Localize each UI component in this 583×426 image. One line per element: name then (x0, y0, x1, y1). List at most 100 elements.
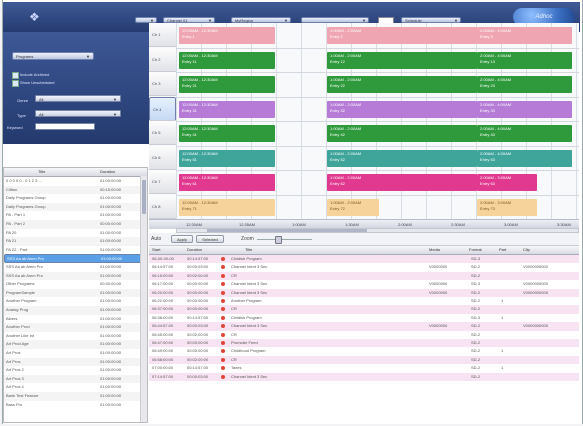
list-item[interactable]: SSS Aa ab Amm Pro 01:00:00:00 (4, 263, 141, 272)
cell-duration: 00:00:03:00 (187, 323, 209, 329)
zoom-slider-track[interactable] (257, 239, 312, 240)
table-row[interactable]: 06:14:57:00 00:00:03:00 Channel Ident 3 Se… (149, 263, 579, 271)
table-row[interactable]: 07:14:57:00 00:00:03:00 Channel Ident 3 Se… (149, 372, 579, 381)
channel-label[interactable]: Ch 1 (149, 23, 176, 47)
list-item[interactable]: Analog Prog 01:00:00:00 (4, 306, 141, 315)
schedule-block[interactable]: 12:00AM - 12:30AM Entry 1 (179, 27, 275, 44)
col-title[interactable]: Title (38, 168, 45, 176)
schedule-block[interactable]: 12:00AM - 12:30AM Entry 71 (179, 198, 275, 216)
channel-label[interactable]: Ch 5 (149, 121, 176, 145)
channel-label[interactable]: Ch 3 (149, 72, 176, 96)
schedule-block[interactable]: 1:00AM - 2:00AM Entry 12 (327, 51, 477, 69)
schedule-block[interactable]: 2:00AM - 3:00AM Entry 63 (477, 174, 537, 191)
list-item[interactable]: PA - Part 1 01:00:00:00 (4, 211, 141, 220)
list-item[interactable]: Clifton 00:15:00:00 (4, 185, 141, 195)
schedule-block[interactable]: 12:00AM - 12:30AM Entry 41 (179, 125, 275, 142)
list-item[interactable]: Art Prod Age 01:00:00:00 (4, 340, 141, 349)
list-item[interactable]: Other Programs 00:30:00:00 (4, 280, 141, 289)
table-row[interactable]: 06:44:57:00 00:00:03:00 Channel Ident 3 Se… (149, 322, 579, 331)
schedule-block[interactable]: 1:00AM - 2:00AM Entry 52 (327, 149, 477, 167)
list-item[interactable]: Bass Pro 01:00:00:00 (4, 401, 141, 410)
schedule-block[interactable]: 2:00AM - 4:00AM Entry 13 (477, 51, 572, 69)
schedule-block[interactable]: 1:00AM - 2:00AM Entry 22 (327, 76, 477, 93)
list-item[interactable]: PA 21 01:00:00:00 (4, 237, 141, 246)
schedule-block[interactable]: 1:00AM - 2:00AM Entry 42 (327, 125, 477, 142)
table-row[interactable]: 06:38:00:00 00:14:57:00 Childish Program SD… (149, 314, 579, 322)
channel-label[interactable]: Ch 7 (149, 170, 176, 194)
col-start[interactable]: Start (152, 246, 160, 254)
col-format[interactable]: Format (469, 246, 482, 254)
schedule-block[interactable]: 2:00AM - 4:00AM Entry 43 (477, 125, 572, 142)
list-item[interactable]: Albers 01:00:00:00 (4, 315, 141, 324)
col-title[interactable]: Title (245, 246, 252, 254)
schedule-block[interactable]: 2:00AM - 4:00AM Entry 23 (477, 76, 572, 93)
list-item[interactable]: PA - Part 2 00:00:00:00 (4, 220, 141, 229)
channel-label[interactable]: Ch 2 (149, 47, 176, 72)
table-row[interactable]: 06:47:00:00 00:00:00:00 Promoter Feed SD-2 (149, 339, 579, 348)
list-item[interactable]: Art Pros 3 01:00:00:00 (4, 374, 141, 384)
keyword-input[interactable] (35, 123, 95, 130)
list-item[interactable]: Daily Programs Group 01:00:00:00 (4, 194, 141, 203)
list-item[interactable]: Art Pros 01:00:00:00 (4, 357, 141, 367)
selected-button[interactable]: Selected (196, 235, 224, 243)
schedule-block[interactable]: 2:00AM - 4:00AM Entry 33 (477, 100, 572, 118)
list-item[interactable]: 0 0 0 0 0 - 0 1 2 3 ... 01:00:00:00 (4, 177, 141, 186)
channel-label[interactable]: Ch 4 (149, 96, 176, 121)
col-duration[interactable]: Duration (100, 168, 115, 176)
schedule-block[interactable]: 12:00AM - 12:30AM Entry 31 (179, 100, 275, 118)
schedule-block[interactable]: 12:00AM - 12:30AM Entry 51 (179, 149, 275, 167)
show-unscheduled-checkbox[interactable] (12, 80, 19, 87)
col-clip[interactable]: Clip (523, 246, 530, 254)
list-item[interactable]: PA 22 - Part 01:00:00:00 (4, 246, 141, 255)
scrollbar-thumb[interactable] (142, 180, 146, 214)
list-item[interactable]: SSS Aa ab Amm Pro 01:00:00:00 (4, 271, 141, 281)
table-row[interactable]: 06:37:00:00 00:00:00:00 CR SD-2 (149, 305, 579, 314)
list-item[interactable]: Another Like Int 01:00:00:00 (4, 332, 141, 341)
type-select[interactable]: All ▼ (35, 110, 121, 117)
apply-button[interactable]: Apply (171, 235, 193, 243)
schedule-block[interactable]: 2:00AM - 3:00AM Entry 73 (477, 198, 537, 216)
table-row[interactable]: 07:00:00:00 00:14:57:00 Taxes SD-2 1 (149, 364, 579, 372)
scrollbar-thumb[interactable] (207, 229, 367, 232)
app-menu-icon[interactable]: ❖ (29, 10, 40, 24)
grid-line (176, 72, 579, 73)
list-item[interactable]: Daily Programs Group 01:00:00:00 (4, 202, 141, 212)
list-item[interactable]: Art Pros 2 01:00:00:00 (4, 366, 141, 375)
schedule-block[interactable]: 12:00AM - 12:30AM Entry 61 (179, 174, 275, 191)
table-row[interactable]: 06:58:00:00 00:02:00:00 CR SD-2 (149, 355, 579, 365)
table-row[interactable]: 06:17:00:00 00:00:00:00 Channel Ident 3 Se… (149, 280, 579, 288)
schedule-block[interactable]: 1:00AM - 2:00AM Entry 62 (327, 174, 477, 191)
table-row[interactable]: 06:22:00:00 00:00:00:00 Another Program SD-… (149, 297, 579, 305)
schedule-block[interactable]: 1:00AM - 2:00AM Entry 2 (327, 27, 477, 44)
list-item[interactable]: Bank Test Feature 01:00:00:00 (4, 392, 141, 401)
channel-label[interactable]: Ch 8 (149, 194, 176, 219)
col-media[interactable]: Media (429, 246, 440, 254)
schedule-block[interactable]: 12:00AM - 12:30AM Entry 21 (179, 76, 275, 93)
schedule-block[interactable]: 1:00AM - 2:00AM Entry 72 (327, 198, 379, 216)
schedule-block[interactable]: 2:00AM - 4:00AM Entry 53 (477, 149, 572, 167)
channel-label[interactable]: Ch 6 (149, 145, 176, 170)
program-list-scrollbar[interactable] (140, 176, 147, 422)
schedule-block[interactable]: 1:00AM - 2:00AM Entry 32 (327, 100, 477, 118)
col-duration[interactable]: Duration (187, 246, 202, 254)
table-row[interactable]: 06-00-00-00 00:14:57:00 Childish Program SD… (149, 255, 579, 264)
table-row[interactable]: 06:20:00:00 00:00:00:00 Channel Ident 3 Se… (149, 288, 579, 297)
zoom-slider-handle[interactable] (275, 236, 282, 244)
schedule-block[interactable]: 12:00AM - 12:30AM Entry 11 (179, 51, 275, 69)
col-part[interactable]: Part (499, 246, 506, 254)
include-archived-checkbox[interactable] (12, 72, 19, 79)
genre-select[interactable]: All ▼ (35, 95, 121, 102)
list-item[interactable]: Another Prod 01:00:00:00 (4, 323, 141, 332)
program-type-select[interactable]: Programs ▼ (12, 52, 94, 60)
table-row[interactable]: 06:45:00:00 00:02:00:00 CR SD-2 (149, 331, 579, 339)
list-item[interactable]: Art Pros 4 01:00:00:00 (4, 383, 141, 392)
list-item[interactable]: PA 20 01:00:00:00 (4, 229, 141, 238)
table-row[interactable]: 06:49:00:00 00:00:00:00 Childhood Program S… (149, 347, 579, 355)
schedule-block[interactable]: 2:00AM - 4:00AM Entry 3 (477, 27, 572, 44)
table-row[interactable]: 06:15:00:00 00:02:00:00 CR SD-2 (149, 271, 579, 281)
list-item[interactable]: Another Program 01:00:00:00 (4, 297, 141, 306)
cell-format: SD-2 (471, 289, 481, 295)
list-item[interactable]: Art Pros 01:00:00:00 (4, 349, 141, 358)
list-item[interactable]: ProgramSample 01:00:00:00 (4, 288, 141, 298)
list-item[interactable]: SSS Aa ab Amm Pro 01:00:00:00 (4, 254, 141, 263)
